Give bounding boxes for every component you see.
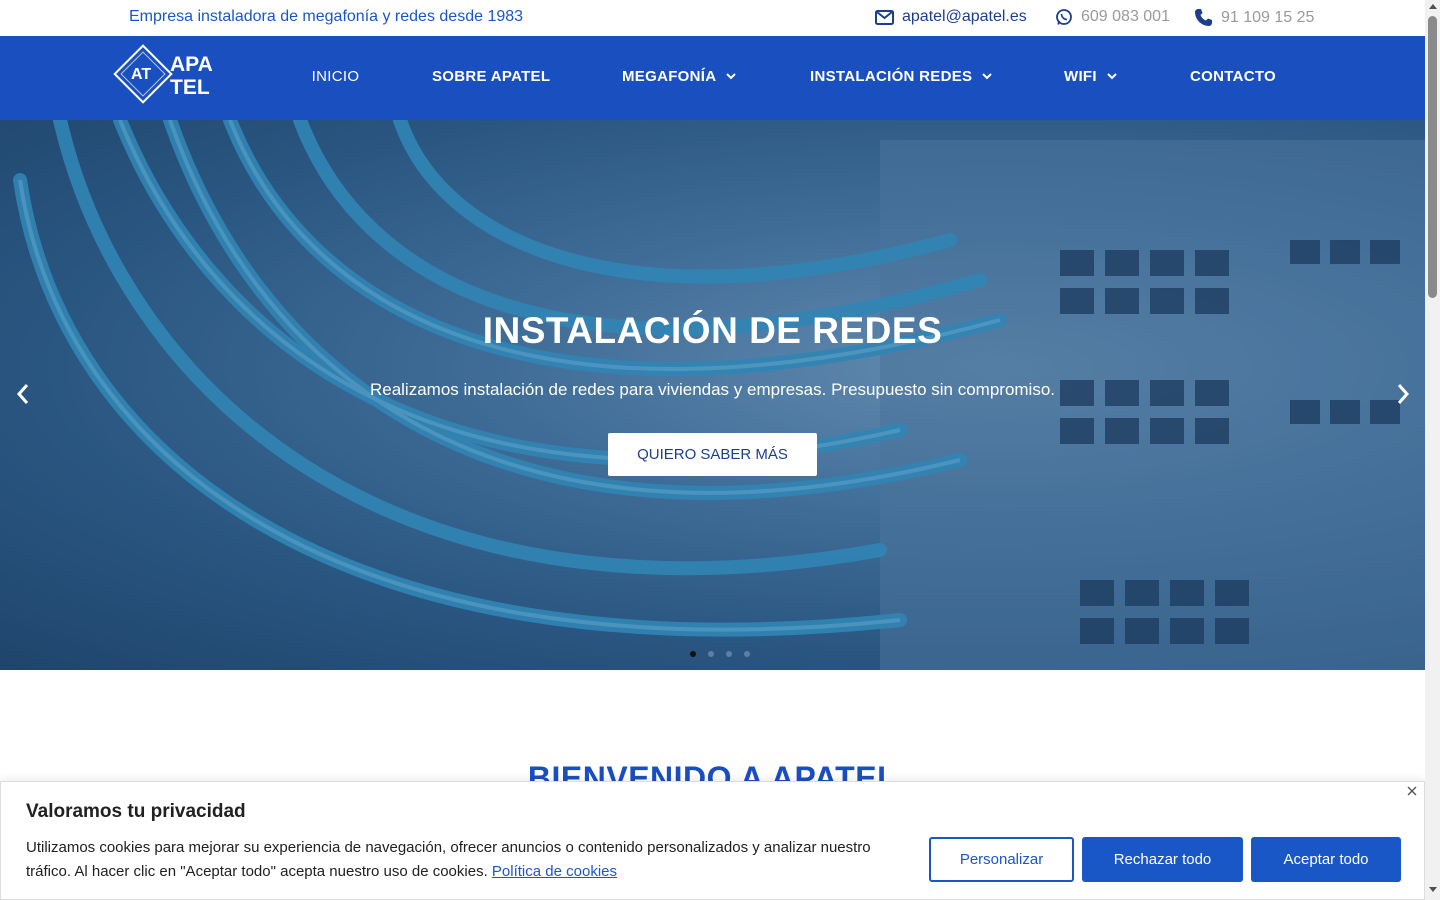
logo[interactable]: AT APA TEL <box>113 44 228 107</box>
phone-icon <box>1195 9 1212 26</box>
cookie-title: Valoramos tu privacidad <box>26 801 246 822</box>
top-bar: Empresa instaladora de megafonía y redes… <box>0 0 1425 36</box>
cookie-description: Utilizamos cookies para mejorar su exper… <box>26 839 871 880</box>
accept-all-button[interactable]: Aceptar todo <box>1251 837 1401 882</box>
whatsapp-icon <box>1056 9 1072 25</box>
logo-line2: TEL <box>170 76 210 99</box>
chevron-down-icon <box>982 73 993 80</box>
logo-line1: APA <box>170 53 213 76</box>
hero-cta-button[interactable]: QUIERO SABER MÁS <box>608 433 817 476</box>
logo-mark: AT <box>131 66 152 83</box>
tagline: Empresa instaladora de megafonía y redes… <box>129 8 524 25</box>
page-scrollbar[interactable] <box>1425 0 1440 900</box>
whatsapp-number: 609 083 001 <box>1081 8 1170 25</box>
email-text: apatel@apatel.es <box>902 8 1027 25</box>
scroll-thumb[interactable] <box>1428 16 1437 298</box>
hero-title: INSTALACIÓN DE REDES <box>482 310 943 351</box>
nav-wifi[interactable]: WIFI <box>1064 68 1117 85</box>
cookie-banner: Valoramos tu privacidad Utilizamos cooki… <box>0 781 1425 900</box>
nav-sobre-apatel[interactable]: SOBRE APATEL <box>432 68 550 85</box>
chevron-down-icon <box>1107 73 1117 80</box>
phone-number: 91 109 15 25 <box>1221 8 1315 26</box>
whatsapp-link[interactable]: 609 083 001 <box>1055 8 1170 26</box>
customize-button[interactable]: Personalizar <box>929 837 1074 882</box>
slider-pagination <box>690 651 762 657</box>
hero-subtitle: Realizamos instalación de redes para viv… <box>369 380 1056 399</box>
nav-redes-label: INSTALACIÓN REDES <box>810 68 973 85</box>
nav-wifi-label: WIFI <box>1064 68 1097 85</box>
slider-dot[interactable] <box>708 651 714 657</box>
nav-megafonia[interactable]: MEGAFONÍA <box>622 68 737 85</box>
reject-all-button[interactable]: Rechazar todo <box>1082 837 1243 882</box>
slider-dot[interactable] <box>744 651 750 657</box>
cookie-policy-link[interactable]: Política de cookies <box>492 863 617 880</box>
nav-contacto[interactable]: CONTACTO <box>1190 68 1276 85</box>
scroll-up-arrow[interactable] <box>1429 4 1437 9</box>
close-icon[interactable] <box>1405 784 1419 798</box>
chevron-right-icon[interactable] <box>1390 382 1414 406</box>
envelope-icon <box>875 9 894 25</box>
nav-megafonia-label: MEGAFONÍA <box>622 68 717 85</box>
slider-dot[interactable] <box>690 651 696 657</box>
slider-dot[interactable] <box>726 651 732 657</box>
main-nav: AT APA TEL INICIO SOBRE APATEL MEGAFONÍA… <box>0 36 1425 124</box>
page: Empresa instaladora de megafonía y redes… <box>0 0 1425 900</box>
nav-inicio[interactable]: INICIO <box>275 68 396 85</box>
hero-slider: INSTALACIÓN DE REDES Realizamos instalac… <box>0 120 1425 670</box>
nav-instalacion-redes[interactable]: INSTALACIÓN REDES <box>810 68 993 85</box>
chevron-left-icon[interactable] <box>12 382 36 406</box>
scroll-down-arrow[interactable] <box>1429 887 1437 892</box>
chevron-down-icon <box>726 73 737 80</box>
phone-link[interactable]: 91 109 15 25 <box>1194 8 1314 27</box>
email-link[interactable]: apatel@apatel.es <box>875 8 1027 26</box>
cookie-text: Utilizamos cookies para mejorar su exper… <box>26 836 916 884</box>
